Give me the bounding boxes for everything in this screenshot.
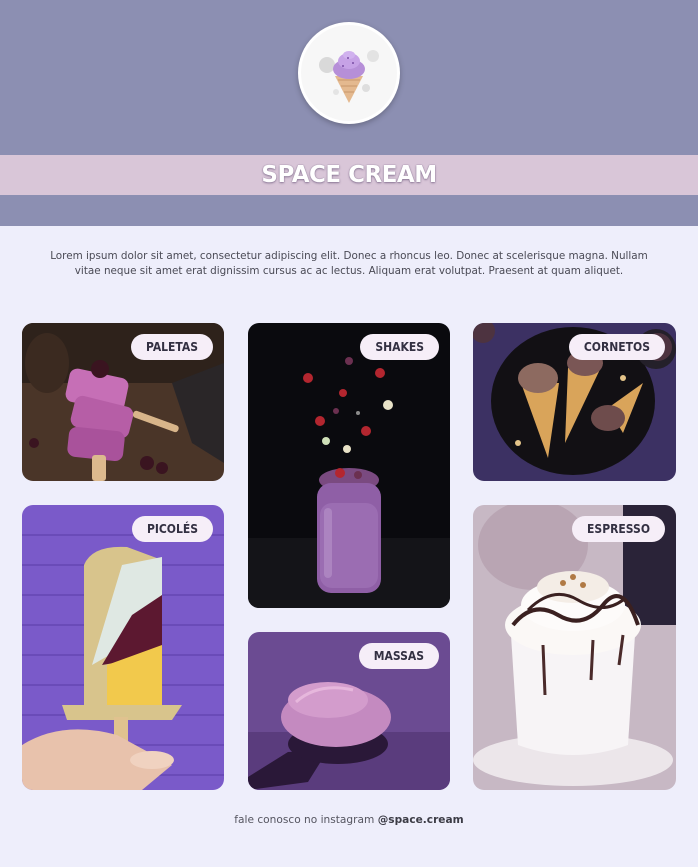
category-card-espresso[interactable]: ESPRESSO <box>473 505 676 790</box>
ice-cream-cone-icon <box>301 25 397 121</box>
instagram-handle-link[interactable]: @space.cream <box>378 814 464 826</box>
footer-text: fale conosco no instagram <box>234 814 378 826</box>
category-label-cornetos: CORNETOS <box>568 334 665 360</box>
category-card-picoles[interactable]: PICOLÉS <box>22 505 224 790</box>
logo[interactable] <box>298 22 400 124</box>
espresso-photo <box>473 505 676 790</box>
category-card-cornetos[interactable]: CORNETOS <box>473 323 676 481</box>
footer: fale conosco no instagram @space.cream <box>0 814 698 826</box>
category-label-espresso: ESPRESSO <box>572 516 665 542</box>
shakes-photo <box>248 323 450 608</box>
category-label-picoles: PICOLÉS <box>131 516 213 542</box>
header: SPACE CREAM <box>0 0 698 226</box>
intro-text: Lorem ipsum dolor sit amet, consectetur … <box>50 250 648 277</box>
category-label-shakes: SHAKES <box>360 334 439 360</box>
category-card-massas[interactable]: MASSAS <box>248 632 450 790</box>
picoles-photo <box>22 505 224 790</box>
category-label-paletas: PALETAS <box>131 334 213 360</box>
category-card-paletas[interactable]: PALETAS <box>22 323 224 481</box>
category-card-shakes[interactable]: SHAKES <box>248 323 450 608</box>
category-label-massas: MASSAS <box>358 643 439 669</box>
brand-banner: SPACE CREAM <box>0 155 698 195</box>
brand-title: SPACE CREAM <box>261 162 437 188</box>
